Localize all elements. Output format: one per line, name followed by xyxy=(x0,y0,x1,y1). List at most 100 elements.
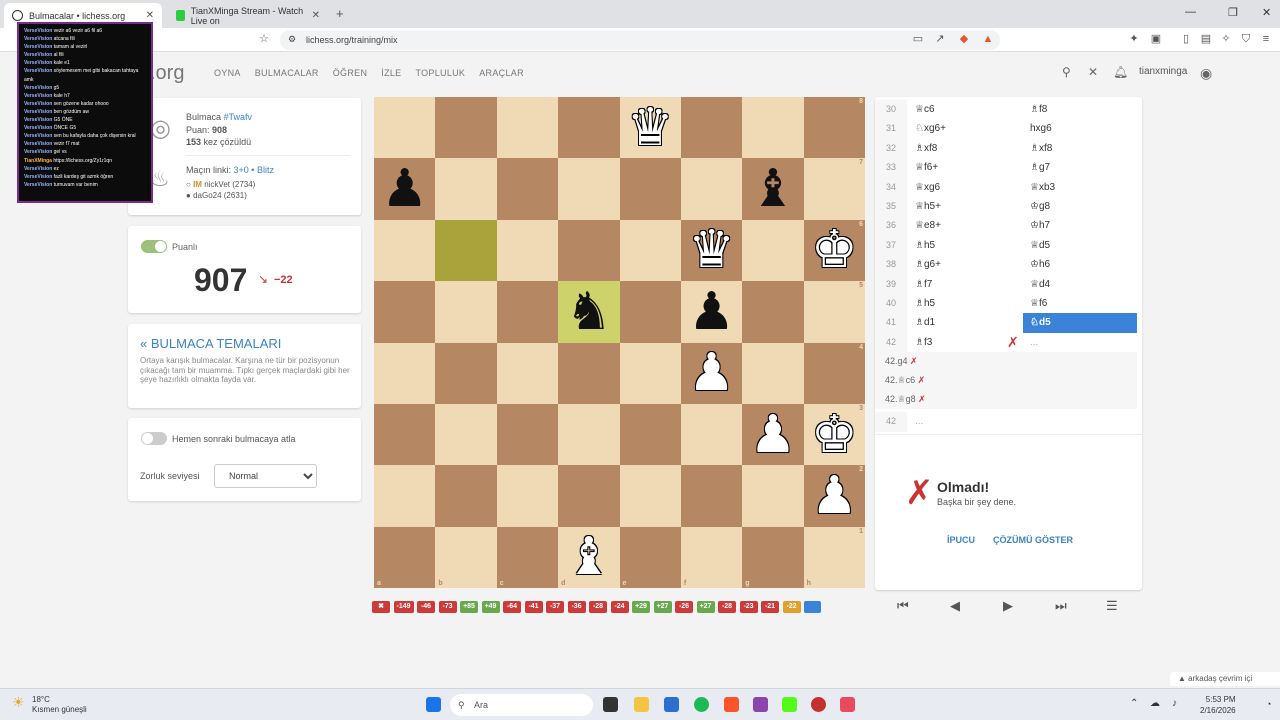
square-c8[interactable] xyxy=(496,97,559,159)
black-move[interactable]: ♔h6 xyxy=(1023,255,1137,274)
puzzle-history-item[interactable]: +27 xyxy=(653,601,672,613)
puzzle-id-link[interactable]: #Twafv xyxy=(224,112,253,122)
sidebar-icon[interactable]: ▯ xyxy=(1180,33,1192,45)
square-g3[interactable]: ♟ xyxy=(742,403,804,466)
analysis-menu-button[interactable]: ☰ xyxy=(1106,598,1118,614)
square-e6[interactable] xyxy=(619,219,681,282)
obs-icon[interactable] xyxy=(811,697,826,712)
chess-piece-icon[interactable]: ♟ xyxy=(750,409,797,461)
extensions-icon[interactable]: ✦ xyxy=(1128,33,1140,45)
chess-piece-icon[interactable]: ♟ xyxy=(811,470,858,522)
brave-rewards-icon[interactable]: ▲ xyxy=(982,33,994,45)
notification-bell-icon[interactable]: 🔔︎ xyxy=(1113,65,1128,79)
square-d1[interactable]: d ♝ xyxy=(558,526,620,588)
black-player-name[interactable]: daGo24 (2631) xyxy=(193,191,247,200)
square-a3[interactable] xyxy=(374,403,436,466)
puzzle-history-item[interactable]: -41 xyxy=(524,601,543,613)
share-icon[interactable]: ↗ xyxy=(934,33,946,45)
square-e7[interactable] xyxy=(619,158,681,220)
site-info-icon[interactable]: ⚙ xyxy=(288,34,296,45)
last-move-button[interactable]: ⏭ xyxy=(1055,598,1067,614)
black-move[interactable]: hxg6 xyxy=(1023,119,1137,138)
black-move[interactable]: ... xyxy=(1023,333,1137,352)
nav-learn[interactable]: ÖĞREN xyxy=(333,68,368,78)
black-move[interactable]: ♕d4 xyxy=(1023,275,1137,294)
square-d4[interactable] xyxy=(558,342,620,404)
puzzle-history-item[interactable]: -26 xyxy=(675,601,694,613)
chess-piece-icon[interactable]: ♚ xyxy=(811,409,858,461)
game-link[interactable]: 3+0 • Blitz xyxy=(234,165,274,175)
chess-piece-icon[interactable]: ♚ xyxy=(811,224,858,276)
spotify-icon[interactable] xyxy=(694,697,709,712)
square-b3[interactable] xyxy=(435,403,497,466)
autonext-toggle[interactable] xyxy=(141,432,167,445)
wrong-variation-row[interactable]: 42.♕c6 ✗ xyxy=(875,371,1137,391)
white-move[interactable]: ♗f3 xyxy=(915,333,932,352)
tab-stream[interactable]: TianXMinga Stream - Watch Live on ✕ xyxy=(168,3,328,28)
square-c6[interactable] xyxy=(496,219,559,282)
square-a8[interactable] xyxy=(374,97,436,159)
square-e1[interactable]: e xyxy=(619,526,681,588)
screen-icon[interactable]: ▭ xyxy=(912,33,924,45)
square-a6[interactable] xyxy=(374,219,436,282)
square-a2[interactable] xyxy=(374,465,436,527)
puzzle-history-item[interactable]: -28 xyxy=(589,601,608,613)
square-h8[interactable]: 8 xyxy=(803,97,865,159)
square-a5[interactable] xyxy=(374,281,436,343)
square-b6[interactable] xyxy=(435,219,497,282)
challenge-icon[interactable]: ✕ xyxy=(1088,65,1098,79)
chess-piece-icon[interactable]: ♟ xyxy=(688,347,735,399)
puzzle-history-item[interactable]: +85 xyxy=(460,601,479,613)
tab-search-icon[interactable]: ▣ xyxy=(1150,33,1162,45)
wrong-variation-row[interactable]: 42.♕g8 ✗ xyxy=(875,390,1137,410)
black-move[interactable]: ♕xb3 xyxy=(1023,178,1137,197)
white-move[interactable]: ♕h5+ xyxy=(915,197,941,216)
username[interactable]: tianxminga xyxy=(1139,66,1187,77)
black-move[interactable]: ♕f6 xyxy=(1023,294,1137,313)
square-h4[interactable]: 4 xyxy=(803,342,865,404)
leo-ai-icon[interactable]: ✧ xyxy=(1220,33,1232,45)
nav-play[interactable]: OYNA xyxy=(214,68,241,78)
square-h1[interactable]: 1h xyxy=(803,526,865,588)
white-player-name[interactable]: nickVet (2734) xyxy=(204,180,255,189)
square-d6[interactable] xyxy=(558,219,620,282)
tray-chevron-icon[interactable]: ⌃ xyxy=(1130,698,1138,709)
square-f7[interactable] xyxy=(680,158,743,220)
puzzle-history-item[interactable]: -37 xyxy=(546,601,565,613)
wrong-variation-row[interactable]: 42.g4 ✗ xyxy=(875,352,1137,372)
square-b4[interactable] xyxy=(435,342,497,404)
brave-icon[interactable] xyxy=(724,697,739,712)
square-f8[interactable] xyxy=(680,97,743,159)
task-view-icon[interactable] xyxy=(603,697,618,712)
square-b7[interactable] xyxy=(435,158,497,220)
store-icon[interactable] xyxy=(664,697,679,712)
brave-shield-icon[interactable]: ◆ xyxy=(958,33,970,45)
black-move[interactable]: ♗f8 xyxy=(1023,100,1137,119)
square-f3[interactable] xyxy=(680,403,743,466)
puzzle-history-item[interactable]: -24 xyxy=(610,601,629,613)
puzzle-history-item[interactable] xyxy=(804,601,822,613)
nav-watch[interactable]: İZLE xyxy=(381,68,401,78)
square-c7[interactable] xyxy=(496,158,559,220)
square-h7[interactable]: 7 xyxy=(803,158,865,220)
bookmark-icon[interactable]: ☆ xyxy=(258,33,270,45)
chess-piece-icon[interactable]: ♟ xyxy=(381,163,428,215)
square-c2[interactable] xyxy=(496,465,559,527)
hint-button[interactable]: İPUCU xyxy=(947,535,975,545)
chess-piece-icon[interactable]: ♟ xyxy=(688,286,735,338)
minimize-button[interactable]: — xyxy=(1185,6,1196,18)
square-h2[interactable]: 2 ♟ xyxy=(803,465,865,527)
next-move-button[interactable]: ▶ xyxy=(1003,598,1013,614)
square-b1[interactable]: b xyxy=(435,526,497,588)
square-b8[interactable] xyxy=(435,97,497,159)
square-g2[interactable] xyxy=(742,465,804,527)
weather-widget[interactable]: ☀ 18°C Kısmen güneşli xyxy=(12,695,87,715)
square-b5[interactable] xyxy=(435,281,497,343)
puzzle-history-item[interactable]: -22 xyxy=(782,601,801,613)
white-move[interactable]: ♗h5 xyxy=(915,236,935,255)
square-a4[interactable] xyxy=(374,342,436,404)
first-move-button[interactable]: ⏮ xyxy=(897,598,909,614)
search-icon[interactable]: ⚲ xyxy=(1062,65,1071,79)
puzzle-history-item[interactable]: -28 xyxy=(718,601,737,613)
vpn-icon[interactable]: ⛉ xyxy=(1240,33,1252,45)
